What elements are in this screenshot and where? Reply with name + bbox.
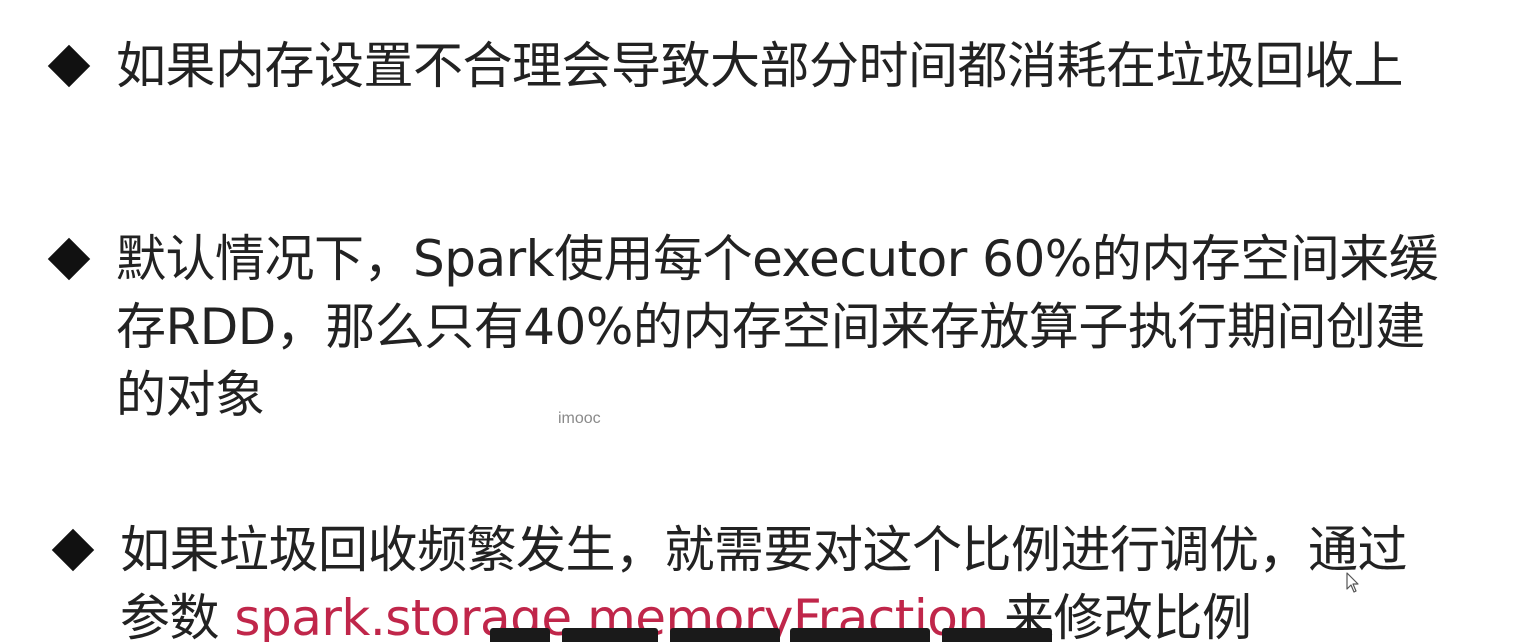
subtitle-overlay — [490, 628, 1060, 642]
diamond-bullet-icon — [47, 237, 91, 281]
text-fragment: 参数 — [120, 589, 235, 642]
bullet-text: 如果垃圾回收频繁发生，就需要对这个比例进行调优，通过 参数 spark.stor… — [120, 516, 1520, 642]
text-line: 存RDD，那么只有40%的内存空间来存放算子执行期间创建 — [116, 298, 1425, 356]
slide: 如果内存设置不合理会导致大部分时间都消耗在垃圾回收上 默认情况下，Spark使用… — [0, 0, 1529, 642]
mouse-pointer-icon — [1346, 572, 1359, 593]
text-line: 的对象 — [116, 366, 265, 424]
bullet-text: 如果内存设置不合理会导致大部分时间都消耗在垃圾回收上 — [116, 32, 1516, 100]
text-line: 默认情况下，Spark使用每个executor 60%的内存空间来缓 — [116, 230, 1439, 288]
text-line: 如果垃圾回收频繁发生，就需要对这个比例进行调优，通过 — [120, 521, 1408, 579]
watermark: imooc — [558, 410, 601, 427]
diamond-bullet-icon — [47, 44, 91, 88]
text-line: 如果内存设置不合理会导致大部分时间都消耗在垃圾回收上 — [116, 37, 1404, 95]
diamond-bullet-icon — [51, 528, 95, 572]
bullet-text: 默认情况下，Spark使用每个executor 60%的内存空间来缓 存RDD，… — [116, 225, 1516, 429]
